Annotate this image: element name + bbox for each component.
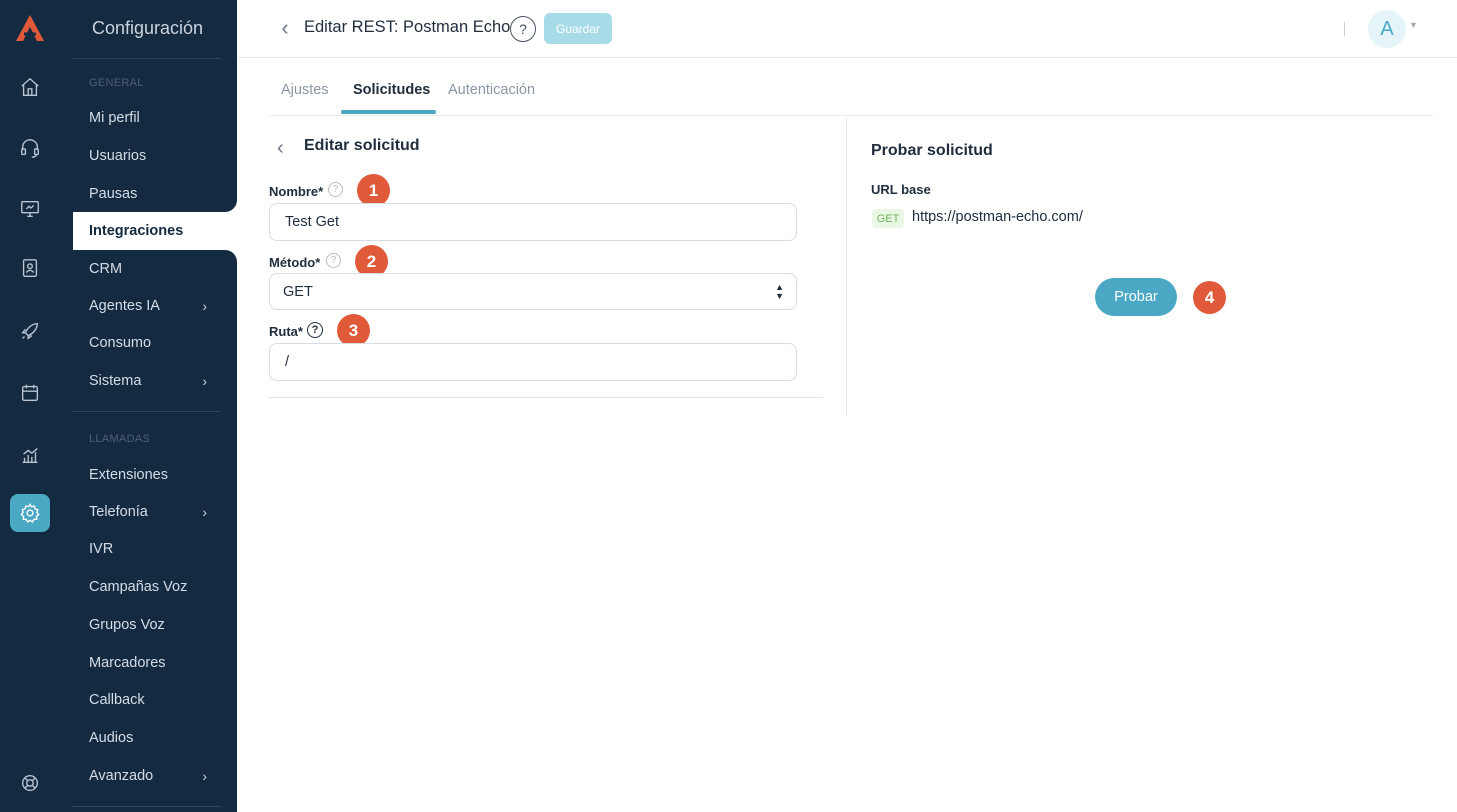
ruta-value: / — [285, 354, 290, 370]
sidebar-item-grupos-voz[interactable]: Grupos Voz — [73, 606, 237, 644]
chart-icon[interactable] — [10, 436, 50, 474]
base-url-label: URL base — [871, 182, 931, 197]
help-lifebuoy-icon[interactable] — [10, 764, 50, 802]
help-icon[interactable]: ? — [307, 322, 323, 338]
section-general: GENERAL — [89, 77, 144, 89]
panel-divider — [269, 397, 823, 398]
back-arrow-icon[interactable]: ‹ — [276, 15, 294, 40]
metodo-value: GET — [283, 283, 313, 300]
sidebar-item-mi-perfil[interactable]: Mi perfil — [73, 99, 237, 137]
tab-autenticacion[interactable]: Autenticación — [448, 82, 535, 116]
sidebar-item-crm[interactable]: CRM — [73, 250, 237, 288]
sidebar-item-agentes-ia[interactable]: Agentes IA › — [73, 287, 237, 325]
sidebar-item-pausas[interactable]: Pausas — [73, 175, 237, 213]
sidebar-item-consumo[interactable]: Consumo — [73, 324, 237, 362]
sidebar-divider — [72, 58, 221, 59]
headset-icon[interactable] — [10, 129, 50, 167]
sidebar-item-campanas-voz[interactable]: Campañas Voz — [73, 568, 237, 606]
chevron-right-icon: › — [202, 768, 207, 784]
chevron-right-icon: › — [202, 373, 207, 389]
monitor-icon[interactable] — [10, 190, 50, 228]
chevron-right-icon: › — [202, 504, 207, 520]
ruta-label: Ruta* — [269, 324, 303, 339]
home-icon[interactable] — [10, 68, 50, 106]
help-icon[interactable]: ? — [326, 253, 341, 268]
sidebar-divider — [72, 806, 221, 807]
sidebar-item-label: Mi perfil — [89, 110, 140, 126]
settings-icon[interactable] — [10, 494, 50, 532]
sidebar-item-label: Avanzado — [89, 768, 154, 784]
ruta-field[interactable]: / — [269, 343, 797, 381]
sidebar-item-label: Sistema — [89, 373, 142, 389]
sidebar-item-label: CRM — [89, 261, 123, 277]
sidebar-item-label: Usuarios — [89, 148, 147, 164]
section-llamadas: LLAMADAS — [89, 433, 151, 445]
calendar-icon[interactable] — [10, 374, 50, 412]
tab-bar: Ajustes Solicitudes Autenticación — [269, 70, 1433, 116]
sidebar-item-ivr[interactable]: IVR — [73, 530, 237, 568]
vertical-divider — [846, 117, 847, 415]
back-arrow-icon[interactable]: ‹ — [277, 137, 284, 160]
metodo-label: Método* — [269, 255, 321, 270]
save-button[interactable]: Guardar — [544, 13, 612, 44]
sidebar-item-label: Marcadores — [89, 655, 166, 671]
help-icon[interactable]: ? — [510, 16, 536, 42]
sidebar-item-label: Campañas Voz — [89, 579, 188, 595]
nombre-field[interactable]: Test Get — [269, 203, 797, 241]
page-title: Editar REST: Postman Echo — [304, 18, 511, 36]
edit-request-title: Editar solicitud — [304, 137, 420, 154]
base-url-value: https://postman-echo.com/ — [912, 209, 1083, 225]
test-request-title: Probar solicitud — [871, 142, 993, 159]
active-tab-indicator — [341, 110, 436, 114]
sidebar-item-label: Pausas — [89, 186, 138, 202]
step-badge-4: 4 — [1193, 281, 1226, 314]
sidebar-item-audios[interactable]: Audios — [73, 719, 237, 757]
rocket-icon[interactable] — [10, 312, 50, 350]
sidebar-item-sistema[interactable]: Sistema › — [73, 362, 237, 400]
sidebar-item-telefonia[interactable]: Telefonía › — [73, 493, 237, 531]
chevron-right-icon: › — [202, 298, 207, 314]
sidebar-item-avanzado[interactable]: Avanzado › — [73, 757, 237, 795]
sidebar-item-label: IVR — [89, 541, 114, 557]
tab-ajustes[interactable]: Ajustes — [281, 82, 329, 116]
brand-logo[interactable] — [15, 14, 45, 42]
caret-down-icon[interactable]: ▼ — [1409, 20, 1418, 30]
method-badge: GET — [872, 209, 904, 228]
sidebar-item-usuarios[interactable]: Usuarios — [73, 137, 237, 175]
sidebar-title: Configuración — [92, 18, 204, 38]
metodo-select[interactable]: GET ▲ ▼ — [269, 273, 797, 310]
select-arrows-icon: ▲ ▼ — [775, 282, 784, 301]
sidebar-item-callback[interactable]: Callback — [73, 681, 237, 719]
sidebar-item-integraciones[interactable]: Integraciones — [73, 212, 237, 250]
sidebar-item-label: Extensiones — [89, 467, 168, 483]
nombre-value: Test Get — [285, 214, 339, 230]
sidebar-item-label: Telefonía — [89, 504, 148, 520]
contacts-icon[interactable] — [10, 249, 50, 287]
probar-button[interactable]: Probar — [1095, 278, 1177, 316]
sidebar-item-label: Agentes IA — [89, 298, 160, 314]
sidebar-item-extensiones[interactable]: Extensiones — [73, 456, 237, 494]
sidebar-item-label: Integraciones — [89, 223, 184, 239]
help-icon[interactable]: ? — [328, 182, 343, 197]
header-separator — [1344, 22, 1345, 36]
sidebar-item-label: Callback — [89, 692, 145, 708]
sidebar-item-label: Grupos Voz — [89, 617, 165, 633]
avatar[interactable]: A — [1368, 10, 1406, 48]
nombre-label: Nombre* — [269, 184, 324, 199]
sidebar-item-label: Audios — [89, 730, 134, 746]
sidebar-item-label: Consumo — [89, 335, 152, 351]
sidebar-divider — [72, 411, 221, 412]
icon-rail — [0, 0, 60, 812]
sidebar-item-marcadores[interactable]: Marcadores — [73, 644, 237, 682]
